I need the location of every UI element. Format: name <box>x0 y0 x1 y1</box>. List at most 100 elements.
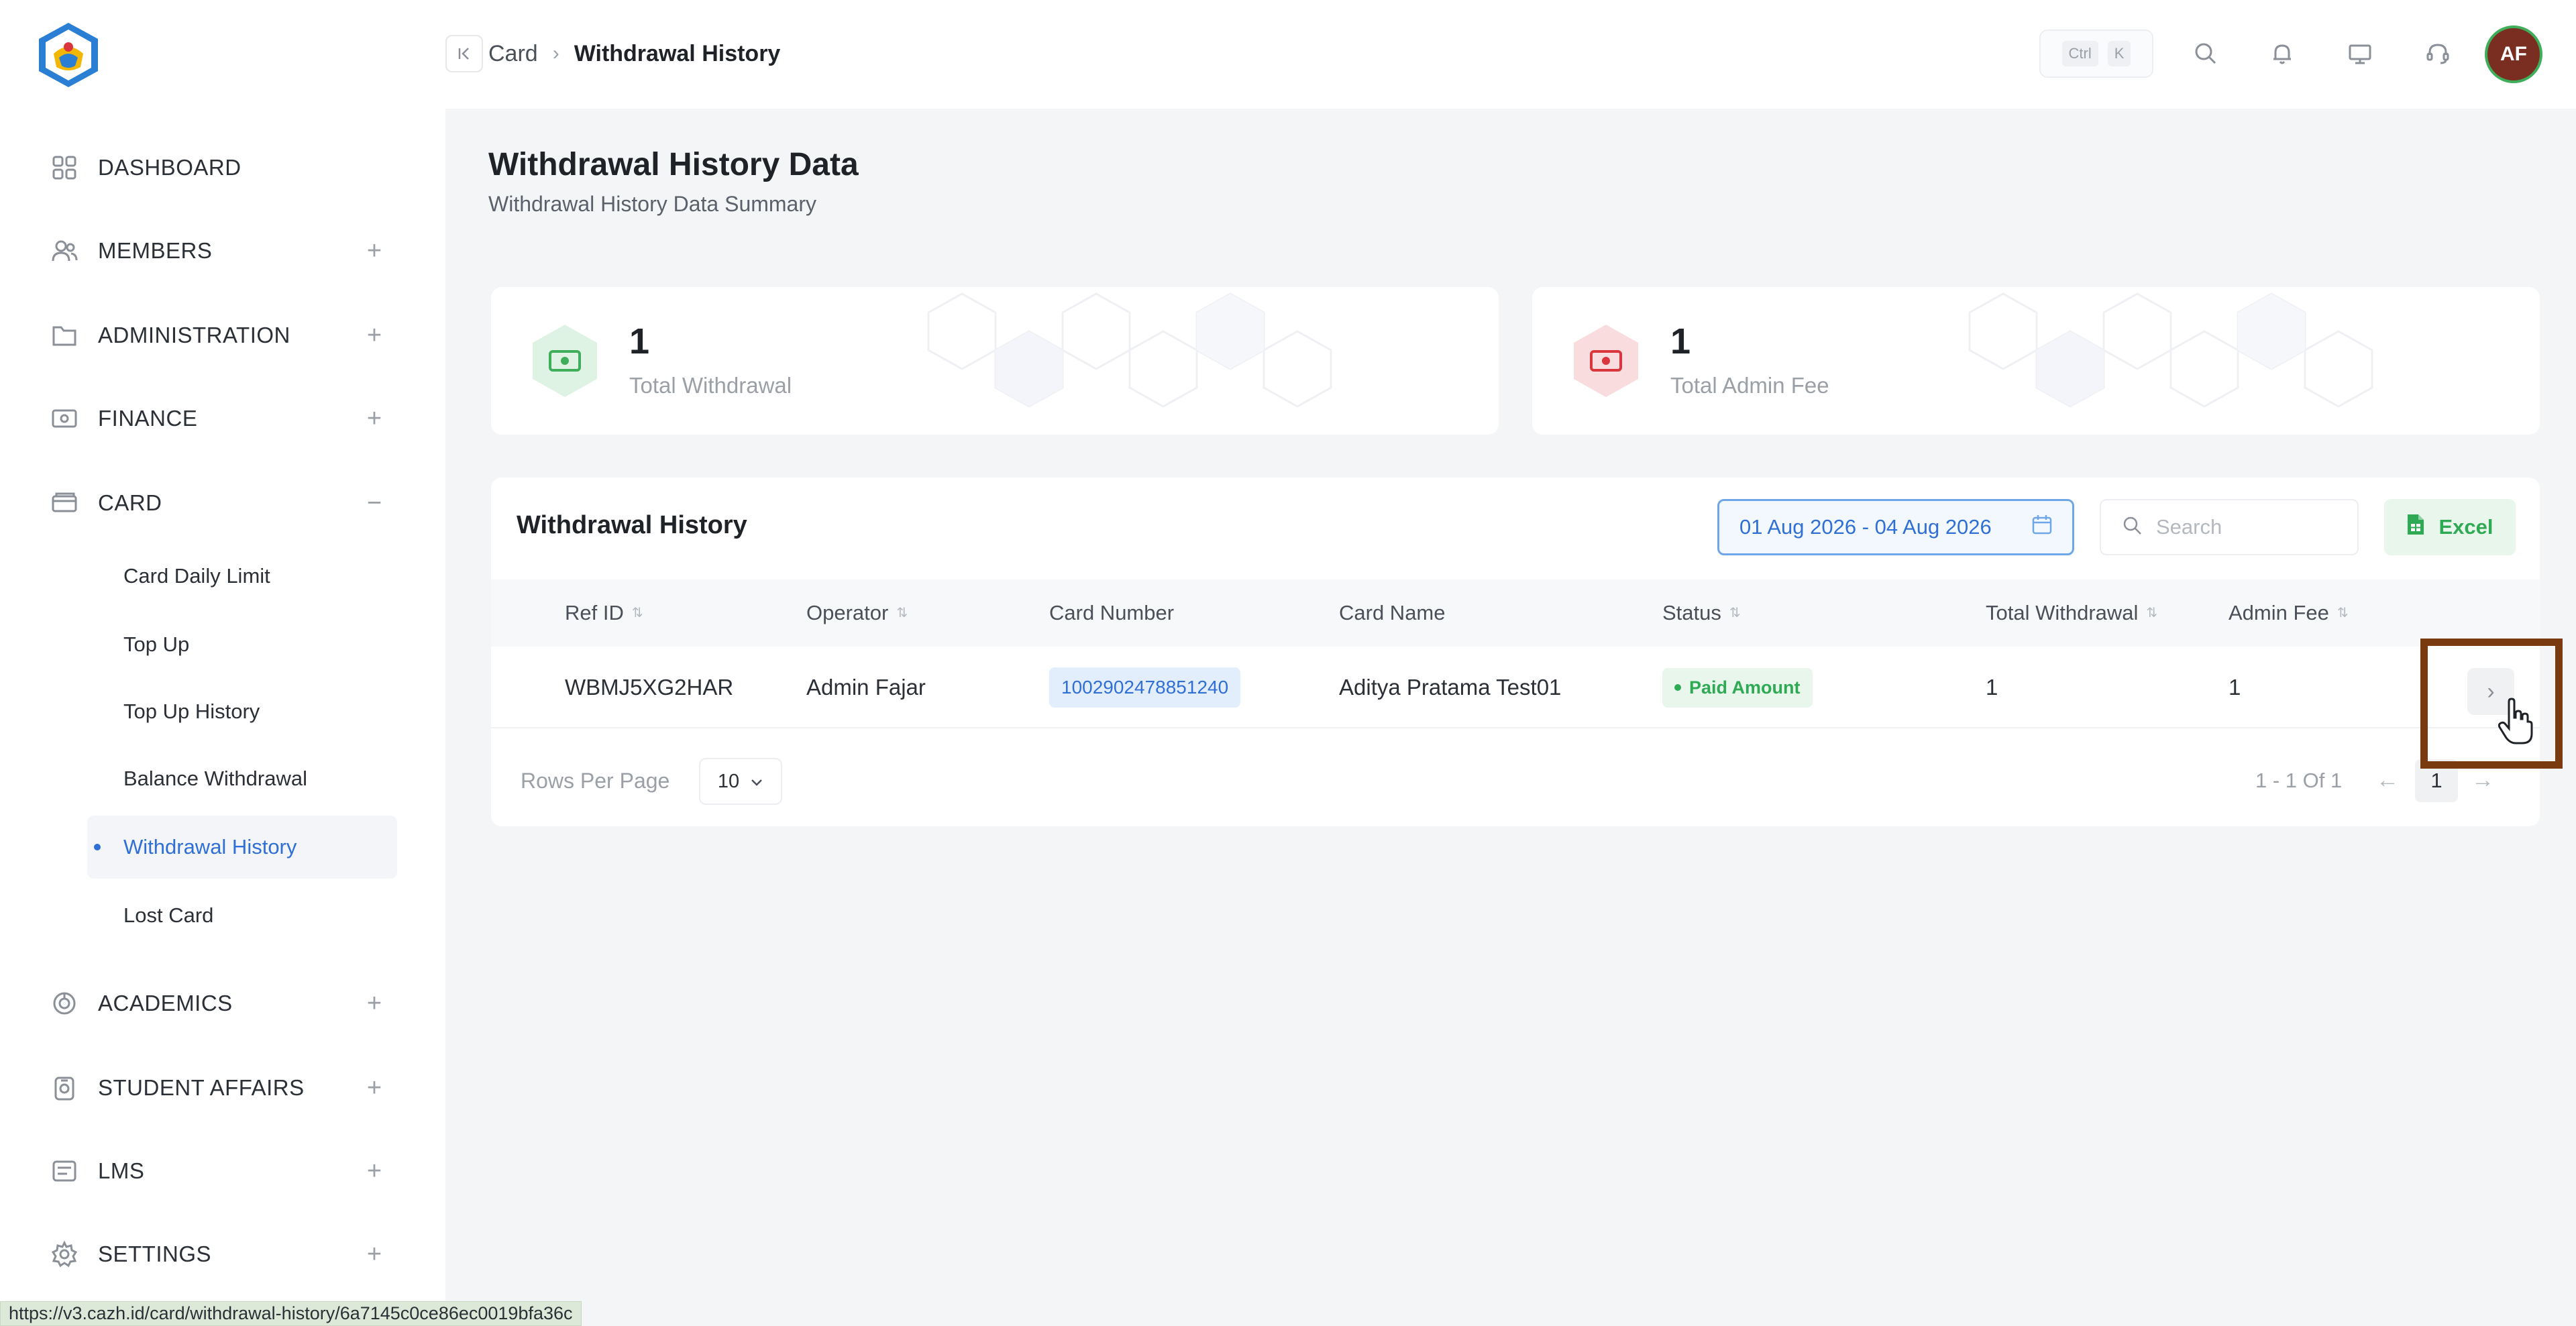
app-logo[interactable] <box>34 20 103 90</box>
column-label: Card Number <box>1049 601 1175 624</box>
gear-icon <box>50 1239 79 1269</box>
sidebar-item-label: DASHBOARD <box>98 155 241 180</box>
cell-operator: Admin Fajar <box>806 675 926 700</box>
column-label: Ref ID <box>565 601 624 624</box>
sidebar-subitem-withdrawal-history[interactable]: Withdrawal History <box>87 816 397 879</box>
sidebar-item-student-affairs[interactable]: STUDENT AFFAIRS + <box>0 1054 445 1121</box>
excel-label: Excel <box>2438 515 2493 539</box>
column-label: Admin Fee <box>2229 601 2329 624</box>
column-header-status[interactable]: Status ⇅ <box>1662 579 1741 647</box>
search-input[interactable] <box>2156 515 2344 539</box>
money-icon <box>1567 322 1645 400</box>
search-icon[interactable] <box>2190 38 2222 70</box>
date-range-picker[interactable]: 01 Aug 2026 - 04 Aug 2026 <box>1717 499 2074 555</box>
collapse-icon[interactable]: − <box>362 489 386 518</box>
column-header-card-number: Card Number <box>1049 579 1174 647</box>
pagination-info: 1 - 1 Of 1 <box>2255 769 2343 792</box>
hand-cursor-icon <box>2497 698 2534 746</box>
expand-icon[interactable]: + <box>362 989 386 1018</box>
hexagon-pattern-decoration <box>927 292 1332 408</box>
rows-per-page-select[interactable]: 10 <box>699 758 782 805</box>
sidebar-item-label: STUDENT AFFAIRS <box>98 1075 305 1100</box>
breadcrumb-current: Withdrawal History <box>574 40 781 66</box>
sidebar-item-administration[interactable]: ADMINISTRATION + <box>0 302 445 369</box>
kbd-k: K <box>2107 41 2131 66</box>
sidebar-item-academics[interactable]: ACADEMICS + <box>0 970 445 1037</box>
sidebar-item-dashboard[interactable]: DASHBOARD <box>0 134 445 201</box>
expand-icon[interactable]: + <box>362 1157 386 1186</box>
search-icon <box>2121 514 2144 541</box>
sidebar-subitem-card-daily-limit[interactable]: Card Daily Limit <box>87 545 397 608</box>
breadcrumb: Card › Withdrawal History <box>488 38 780 70</box>
sidebar-item-label: ADMINISTRATION <box>98 323 290 347</box>
previous-page-arrow-icon[interactable]: ← <box>2376 767 2399 793</box>
next-page-arrow-icon[interactable]: → <box>2471 767 2494 793</box>
sidebar-item-finance[interactable]: FINANCE + <box>0 385 445 452</box>
student-icon <box>50 1073 79 1103</box>
sidebar-subitem-label: Top Up History <box>123 700 260 723</box>
avatar[interactable]: AF <box>2485 25 2542 83</box>
column-label: Total Withdrawal <box>1986 601 2139 624</box>
sidebar-subitem-label: Top Up <box>123 632 190 656</box>
expand-icon[interactable]: + <box>362 1240 386 1269</box>
expand-icon[interactable]: + <box>362 237 386 266</box>
hexagon-pattern-decoration <box>1968 292 2373 408</box>
active-dot <box>94 844 101 850</box>
sidebar-item-settings[interactable]: SETTINGS + <box>0 1221 445 1288</box>
column-header-card-name: Card Name <box>1339 579 1446 647</box>
command-palette-shortcut[interactable]: Ctrl K <box>2039 30 2153 78</box>
sidebar-item-members[interactable]: MEMBERS + <box>0 217 445 284</box>
stat-card-total-admin-fee: 1 Total Admin Fee <box>1532 287 2540 435</box>
sidebar-subitem-label: Card Daily Limit <box>123 564 270 588</box>
breadcrumb-card[interactable]: Card <box>488 41 538 67</box>
cell-ref-id: WBMJ5XG2HAR <box>565 675 734 700</box>
calendar-icon <box>2031 513 2053 541</box>
sidebar-item-lms[interactable]: LMS + <box>0 1138 445 1205</box>
bell-icon[interactable] <box>2266 38 2298 70</box>
column-header-admin-fee[interactable]: Admin Fee ⇅ <box>2229 579 2349 647</box>
expand-icon[interactable]: + <box>362 1074 386 1103</box>
sort-icon: ⇅ <box>631 606 643 620</box>
chevron-right-icon: › <box>552 42 559 64</box>
table-footer: Rows Per Page 10 1 - 1 Of 1 ← 1 → <box>491 744 2540 812</box>
stat-card-total-withdrawal: 1 Total Withdrawal <box>491 287 1499 435</box>
expand-icon[interactable]: + <box>362 321 386 350</box>
table-title: Withdrawal History <box>517 511 747 539</box>
column-label: Status <box>1662 601 1721 624</box>
collapse-left-icon <box>458 48 469 60</box>
table-row: WBMJ5XG2HAR Admin Fajar 1002902478851240… <box>491 647 2540 728</box>
sidebar-item-label: MEMBERS <box>98 238 213 263</box>
collapse-sidebar-button[interactable] <box>445 35 483 72</box>
export-excel-button[interactable]: Excel <box>2384 499 2516 555</box>
sidebar-item-card[interactable]: CARD − <box>0 469 445 537</box>
search-field[interactable] <box>2100 499 2359 555</box>
page-title: Withdrawal History Data <box>488 147 859 182</box>
monitor-icon[interactable] <box>2344 38 2376 70</box>
sidebar-subitem-top-up-history[interactable]: Top Up History <box>87 680 397 743</box>
sidebar-item-label: ACADEMICS <box>98 991 233 1015</box>
stat-value: 1 <box>1670 321 1691 362</box>
sidebar-subitem-lost-card[interactable]: Lost Card <box>87 884 397 947</box>
page-number-button[interactable]: 1 <box>2415 759 2458 802</box>
money-icon <box>526 322 604 400</box>
cell-total-withdrawal: 1 <box>1986 675 1998 700</box>
cell-admin-fee: 1 <box>2229 675 2241 700</box>
column-header-total-withdrawal[interactable]: Total Withdrawal ⇅ <box>1986 579 2157 647</box>
sort-icon: ⇅ <box>1729 606 1741 620</box>
stat-label: Total Withdrawal <box>629 373 792 398</box>
column-header-ref-id[interactable]: Ref ID ⇅ <box>565 579 643 647</box>
column-label: Operator <box>806 601 889 624</box>
expand-icon[interactable]: + <box>362 404 386 433</box>
sidebar-subitem-balance-withdrawal[interactable]: Balance Withdrawal <box>87 747 397 810</box>
sidebar-subitem-top-up[interactable]: Top Up <box>87 613 397 676</box>
column-header-operator[interactable]: Operator ⇅ <box>806 579 908 647</box>
sidebar-item-label: FINANCE <box>98 406 198 431</box>
sidebar-subitem-label: Balance Withdrawal <box>123 767 307 790</box>
card-number-badge[interactable]: 1002902478851240 <box>1049 667 1241 708</box>
support-icon[interactable] <box>2422 38 2454 70</box>
cell-card-number: 1002902478851240 <box>1049 647 1241 728</box>
sidebar-item-label: LMS <box>98 1158 145 1183</box>
grid-icon <box>50 153 79 182</box>
sidebar-subitem-label: Lost Card <box>123 903 214 927</box>
sort-icon: ⇅ <box>2337 606 2349 620</box>
